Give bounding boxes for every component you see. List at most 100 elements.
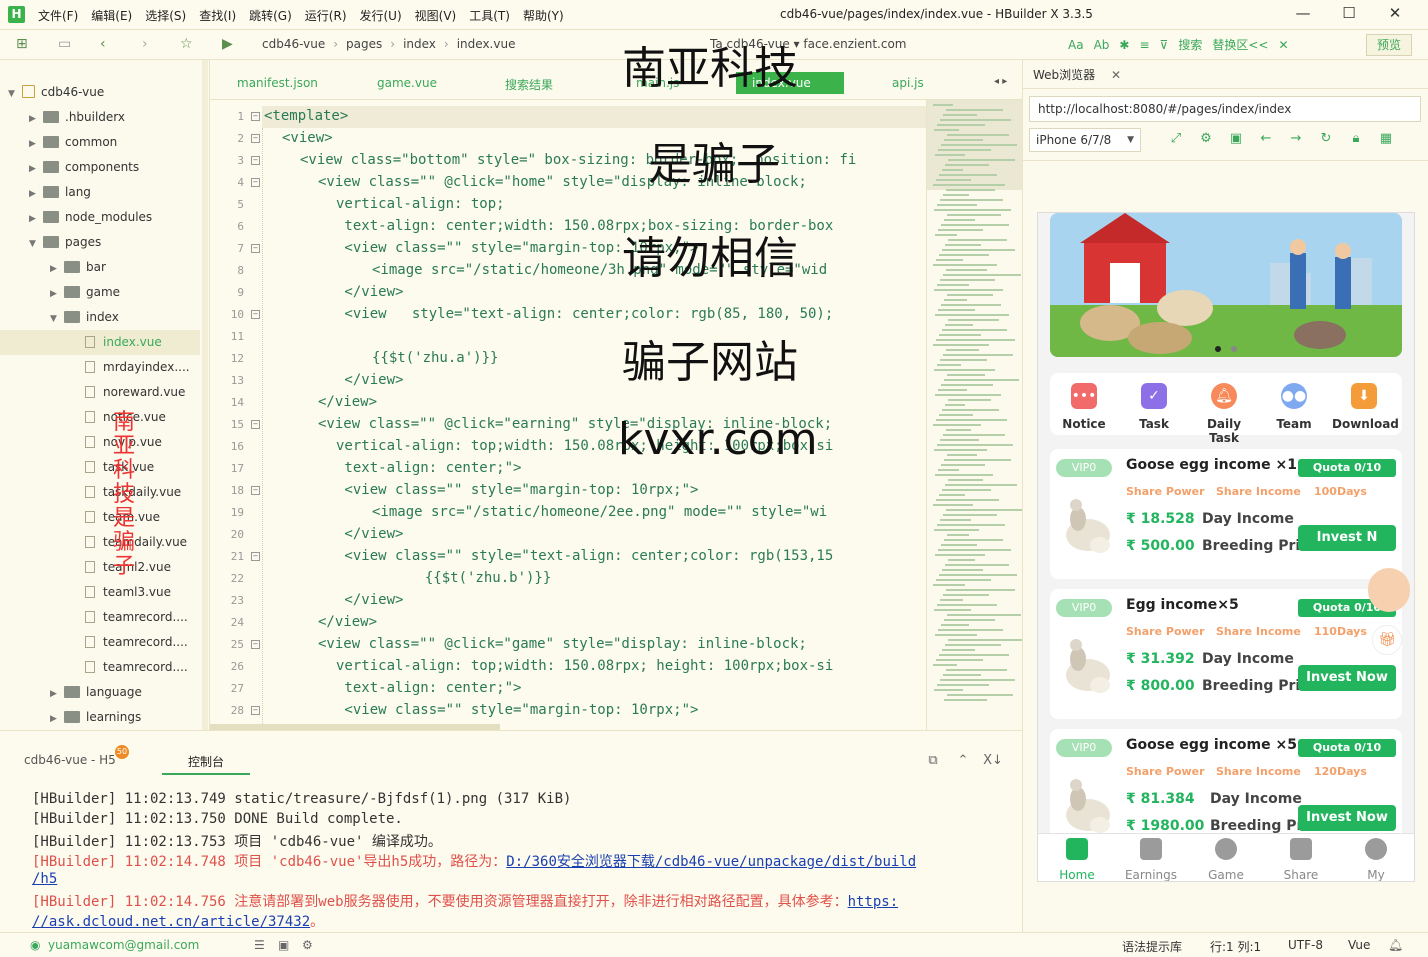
fold-toggle-icon[interactable]: − bbox=[251, 706, 260, 715]
code-line[interactable]: {{$t('zhu.a')}} bbox=[372, 350, 498, 366]
minimize-icon[interactable]: — bbox=[1280, 4, 1326, 22]
file-tree-folder[interactable]: ▼ index bbox=[0, 305, 200, 330]
bookmark-star-icon[interactable]: ☆ bbox=[180, 36, 193, 52]
nav-earnings[interactable]: Earnings bbox=[1116, 838, 1186, 881]
chevron-down-icon[interactable]: ▼ bbox=[8, 82, 22, 107]
console-path-link[interactable]: https: bbox=[848, 894, 899, 910]
fold-toggle-icon[interactable]: − bbox=[251, 244, 260, 253]
chevron-down-icon[interactable]: ▼ bbox=[29, 232, 43, 257]
extension-icon[interactable]: ⚙ bbox=[302, 938, 313, 952]
file-tree-folder[interactable]: ▼ cdb46-vue bbox=[0, 80, 200, 105]
code-line[interactable]: </view> bbox=[336, 372, 403, 388]
forward-icon[interactable]: → bbox=[1281, 131, 1311, 146]
tab-search-results[interactable]: 搜索结果 bbox=[505, 76, 553, 93]
tab-game[interactable]: game.vue bbox=[377, 76, 437, 90]
console-path-link[interactable]: D:/360安全浏览器下载/cdb46-vue/unpackage/dist/b… bbox=[506, 854, 916, 870]
product-card[interactable]: VIP0 Egg income×5 Quota 0/10 Share Power Sha… bbox=[1050, 589, 1402, 719]
chevron-right-icon[interactable]: ▶ bbox=[50, 682, 64, 707]
chevron-right-icon[interactable]: ▶ bbox=[29, 157, 43, 182]
fold-toggle-icon[interactable]: − bbox=[251, 552, 260, 561]
quick-link-daily-task[interactable]: 🔔︎ Daily Task bbox=[1192, 383, 1256, 445]
format-icon[interactable]: ≡ bbox=[1139, 38, 1149, 52]
file-tree-file[interactable]: noreward.vue bbox=[0, 380, 200, 405]
browser-tab[interactable]: Web浏览器 ✕ bbox=[1033, 66, 1121, 83]
gift-box-icon[interactable]: 🎁︎ bbox=[1372, 625, 1402, 655]
menu-run[interactable]: 运行(R) bbox=[305, 7, 347, 24]
file-tree-folder[interactable]: ▶ language bbox=[0, 680, 200, 705]
code-line[interactable]: </view> bbox=[318, 394, 377, 410]
settings-icon[interactable]: ⚙ bbox=[1191, 131, 1221, 146]
quick-link-notice[interactable]: ••• Notice bbox=[1052, 383, 1116, 431]
console-path-link[interactable]: //ask.dcloud.net.cn/article/37432 bbox=[32, 914, 310, 930]
code-line[interactable]: </view> bbox=[336, 284, 403, 300]
refresh-icon[interactable]: ↻ bbox=[1311, 131, 1341, 146]
farm-banner-image[interactable] bbox=[1050, 213, 1402, 357]
match-case-toggle[interactable]: Aa bbox=[1068, 38, 1084, 52]
breadcrumb-item[interactable]: pages bbox=[346, 37, 382, 51]
nav-my[interactable]: My bbox=[1341, 838, 1411, 881]
syntax-hint-library[interactable]: 语法提示库 bbox=[1122, 938, 1182, 955]
file-tree-folder[interactable]: ▶ lang bbox=[0, 180, 200, 205]
file-tree-file[interactable]: teamrecord.... bbox=[0, 605, 200, 630]
menu-file[interactable]: 文件(F) bbox=[38, 7, 78, 24]
device-select[interactable]: iPhone 6/7/8 ▼ bbox=[1029, 128, 1141, 152]
notification-bell-icon[interactable]: 🔔︎ bbox=[1388, 938, 1403, 952]
code-line[interactable]: text-align: center;"> bbox=[336, 680, 521, 696]
back-icon[interactable]: ‹ bbox=[100, 36, 106, 52]
maximize-panel-icon[interactable]: ⧉ bbox=[918, 753, 948, 768]
lock-icon[interactable]: 🔒︎ bbox=[1341, 131, 1371, 146]
code-editor[interactable]: 1− <template> 2− <view> 3− <view class="botto… bbox=[210, 100, 926, 730]
code-line[interactable]: <view class="" style="text-align: center… bbox=[336, 548, 833, 564]
terminal-icon[interactable]: ▣ bbox=[278, 938, 289, 952]
nav-share[interactable]: Share bbox=[1266, 838, 1336, 881]
fold-toggle-icon[interactable]: − bbox=[251, 640, 260, 649]
chevron-right-icon[interactable]: ▶ bbox=[50, 707, 64, 730]
product-card[interactable]: VIP0 Goose egg income ×1 Quota 0/10 Share P… bbox=[1050, 449, 1402, 579]
file-tree-file[interactable]: mrdayindex.... bbox=[0, 355, 200, 380]
customer-service-avatar[interactable] bbox=[1368, 568, 1410, 612]
user-email[interactable]: yuamawcom@gmail.com bbox=[48, 938, 199, 952]
tab-api[interactable]: api.js bbox=[892, 76, 924, 90]
menu-help[interactable]: 帮助(Y) bbox=[523, 7, 564, 24]
chevron-right-icon[interactable]: ▶ bbox=[29, 132, 43, 157]
file-tree-folder[interactable]: ▶ bar bbox=[0, 255, 200, 280]
console-project-tab[interactable]: cdb46-vue - H5 bbox=[24, 753, 116, 767]
code-line[interactable]: </view> bbox=[318, 614, 377, 630]
regex-icon[interactable]: ✱ bbox=[1119, 38, 1129, 52]
list-icon[interactable]: ☰ bbox=[254, 938, 265, 952]
filter-icon[interactable]: ⊽ bbox=[1160, 38, 1169, 52]
console-tab-active[interactable]: 控制台 bbox=[162, 753, 250, 775]
rotate-icon[interactable]: ⤢ bbox=[1161, 131, 1191, 146]
minimap[interactable] bbox=[926, 100, 1022, 730]
close-browser-tab-icon[interactable]: ✕ bbox=[1111, 68, 1121, 82]
chevron-right-icon[interactable]: ▶ bbox=[50, 257, 64, 282]
chevron-right-icon[interactable]: ▶ bbox=[29, 207, 43, 232]
close-find-icon[interactable]: ✕ bbox=[1278, 38, 1288, 52]
file-tree-file[interactable]: teaml2.vue bbox=[0, 555, 200, 580]
file-tree-folder[interactable]: ▶ learnings bbox=[0, 705, 200, 730]
menu-select[interactable]: 选择(S) bbox=[145, 7, 186, 24]
code-line[interactable]: vertical-align: top; bbox=[336, 196, 505, 212]
file-tree-file[interactable]: novip.vue bbox=[0, 430, 200, 455]
phone-viewport[interactable]: ••• Notice ✓ Task 🔔︎ Daily Task ●● Team … bbox=[1037, 212, 1415, 882]
file-tree-file[interactable]: team.vue bbox=[0, 505, 200, 530]
code-line[interactable]: <view class="" style="margin-top: 10rpx;… bbox=[336, 482, 698, 498]
code-line[interactable]: vertical-align: top;width: 150.08rpx; he… bbox=[336, 658, 833, 674]
invest-now-button[interactable]: Invest Now bbox=[1298, 805, 1396, 831]
code-line[interactable]: text-align: center;"> bbox=[336, 460, 521, 476]
console-icon[interactable]: ▣ bbox=[1221, 131, 1251, 146]
back-icon[interactable]: ← bbox=[1251, 131, 1281, 146]
code-line[interactable]: <view> bbox=[282, 130, 333, 146]
run-icon[interactable]: ▶ bbox=[222, 36, 233, 52]
fold-toggle-icon[interactable]: − bbox=[251, 486, 260, 495]
grid-icon[interactable]: ▦ bbox=[1371, 131, 1401, 146]
fold-toggle-icon[interactable]: − bbox=[251, 134, 260, 143]
nav-home[interactable]: Home bbox=[1042, 838, 1112, 881]
clear-console-icon[interactable]: X↓ bbox=[978, 753, 1008, 768]
file-tree-folder[interactable]: ▶ common bbox=[0, 130, 200, 155]
fold-toggle-icon[interactable]: − bbox=[251, 156, 260, 165]
file-tree-folder[interactable]: ▼ pages bbox=[0, 230, 200, 255]
console-path-link[interactable]: /h5 bbox=[32, 871, 57, 887]
breadcrumb-item[interactable]: index.vue bbox=[457, 37, 516, 51]
menu-view[interactable]: 视图(V) bbox=[415, 7, 457, 24]
